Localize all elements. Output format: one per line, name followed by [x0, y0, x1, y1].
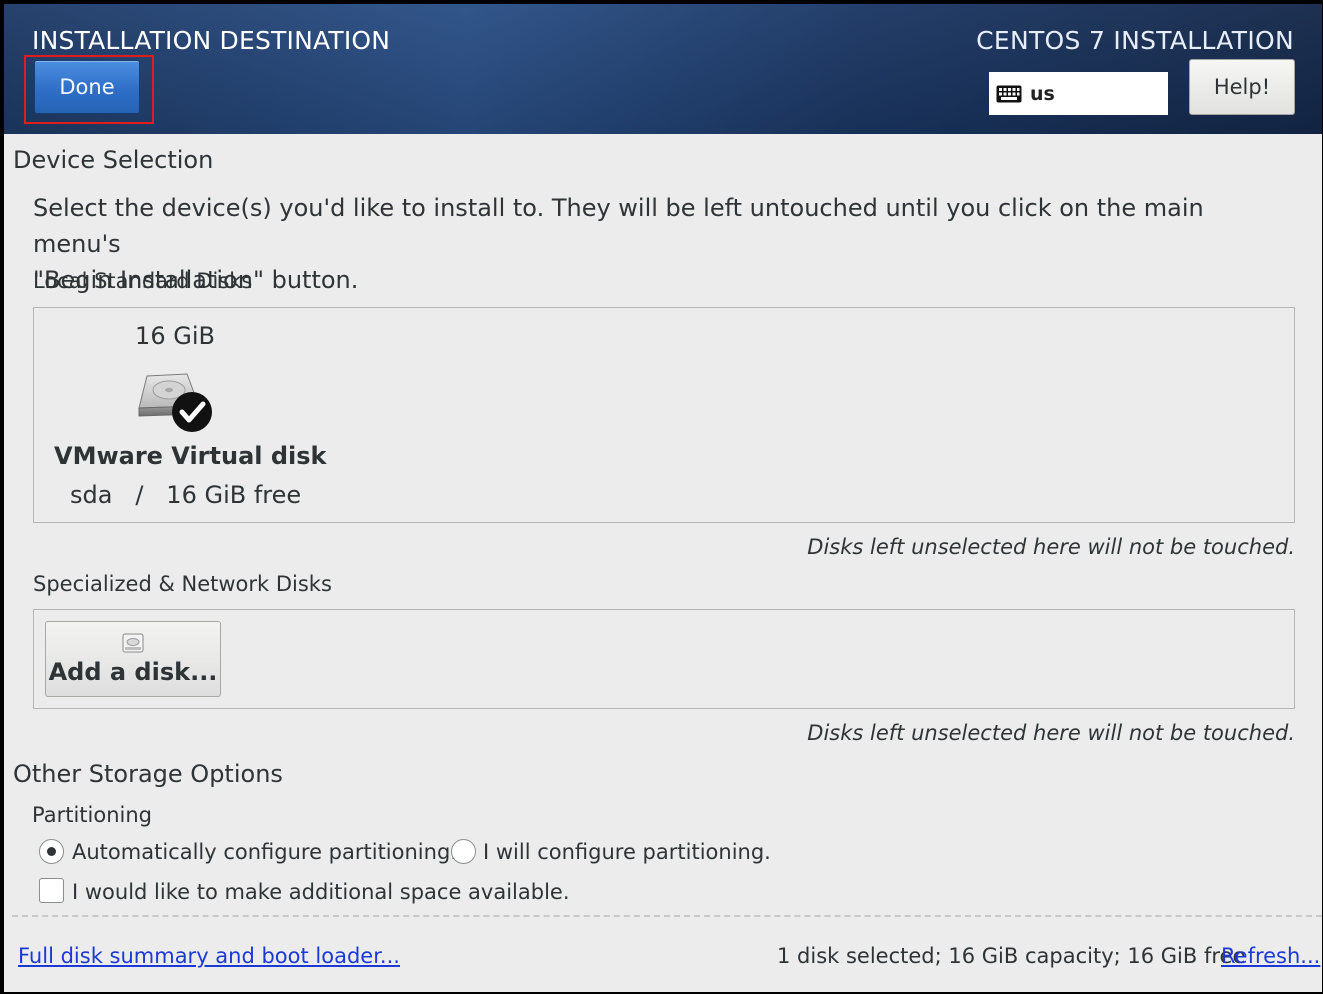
manual-partition-label[interactable]: I will configure partitioning. — [483, 840, 771, 864]
disk-tile-sda[interactable]: 16 GiB VMware Virtual disk sda / 16 GiB … — [34, 308, 327, 522]
help-button[interactable]: Help! — [1189, 59, 1295, 115]
done-button-highlight — [24, 55, 154, 124]
instructions-line-1: Select the device(s) you'd like to insta… — [33, 194, 1204, 258]
manual-partition-radio[interactable] — [451, 839, 476, 864]
header-bar: INSTALLATION DESTINATION CENTOS 7 INSTAL… — [4, 4, 1322, 134]
refresh-link[interactable]: Refresh... — [1221, 944, 1320, 968]
extra-space-checkbox[interactable] — [39, 878, 64, 903]
auto-partition-radio[interactable] — [39, 839, 64, 864]
local-disks-label: Local Standard Disks — [33, 269, 253, 293]
installer-window: INSTALLATION DESTINATION CENTOS 7 INSTAL… — [4, 4, 1322, 992]
spoke-title: INSTALLATION DESTINATION — [32, 26, 391, 55]
add-disk-button[interactable]: Add a disk... — [45, 621, 221, 697]
footer-divider — [12, 915, 1322, 917]
disk-name: VMware Virtual disk — [54, 442, 327, 470]
other-storage-title: Other Storage Options — [13, 760, 283, 788]
specialized-disks-panel: Add a disk... — [33, 609, 1295, 709]
disk-status-summary: 1 disk selected; 16 GiB capacity; 16 GiB… — [777, 944, 1246, 968]
partitioning-label: Partitioning — [32, 803, 152, 827]
disk-info: sda / 16 GiB free — [70, 481, 302, 509]
device-selection-title: Device Selection — [13, 146, 214, 174]
product-title: CENTOS 7 INSTALLATION — [976, 26, 1294, 55]
specialized-disks-note: Disks left unselected here will not be t… — [807, 721, 1295, 745]
hard-disk-icon — [138, 373, 212, 432]
keyboard-icon — [996, 85, 1022, 102]
add-disk-icon — [122, 633, 144, 653]
auto-partition-label[interactable]: Automatically configure partitioning. — [72, 840, 457, 864]
specialized-disks-label: Specialized & Network Disks — [33, 572, 332, 596]
keyboard-layout-indicator[interactable]: us — [989, 72, 1168, 115]
disk-size: 16 GiB — [135, 322, 215, 350]
add-disk-label: Add a disk... — [48, 658, 218, 686]
keyboard-layout-text: us — [1030, 82, 1055, 105]
full-disk-summary-link[interactable]: Full disk summary and boot loader... — [18, 944, 400, 968]
local-disks-panel: 16 GiB VMware Virtual disk sda / 16 GiB … — [33, 307, 1295, 523]
local-disks-note: Disks left unselected here will not be t… — [807, 535, 1295, 559]
extra-space-label[interactable]: I would like to make additional space av… — [72, 880, 570, 904]
